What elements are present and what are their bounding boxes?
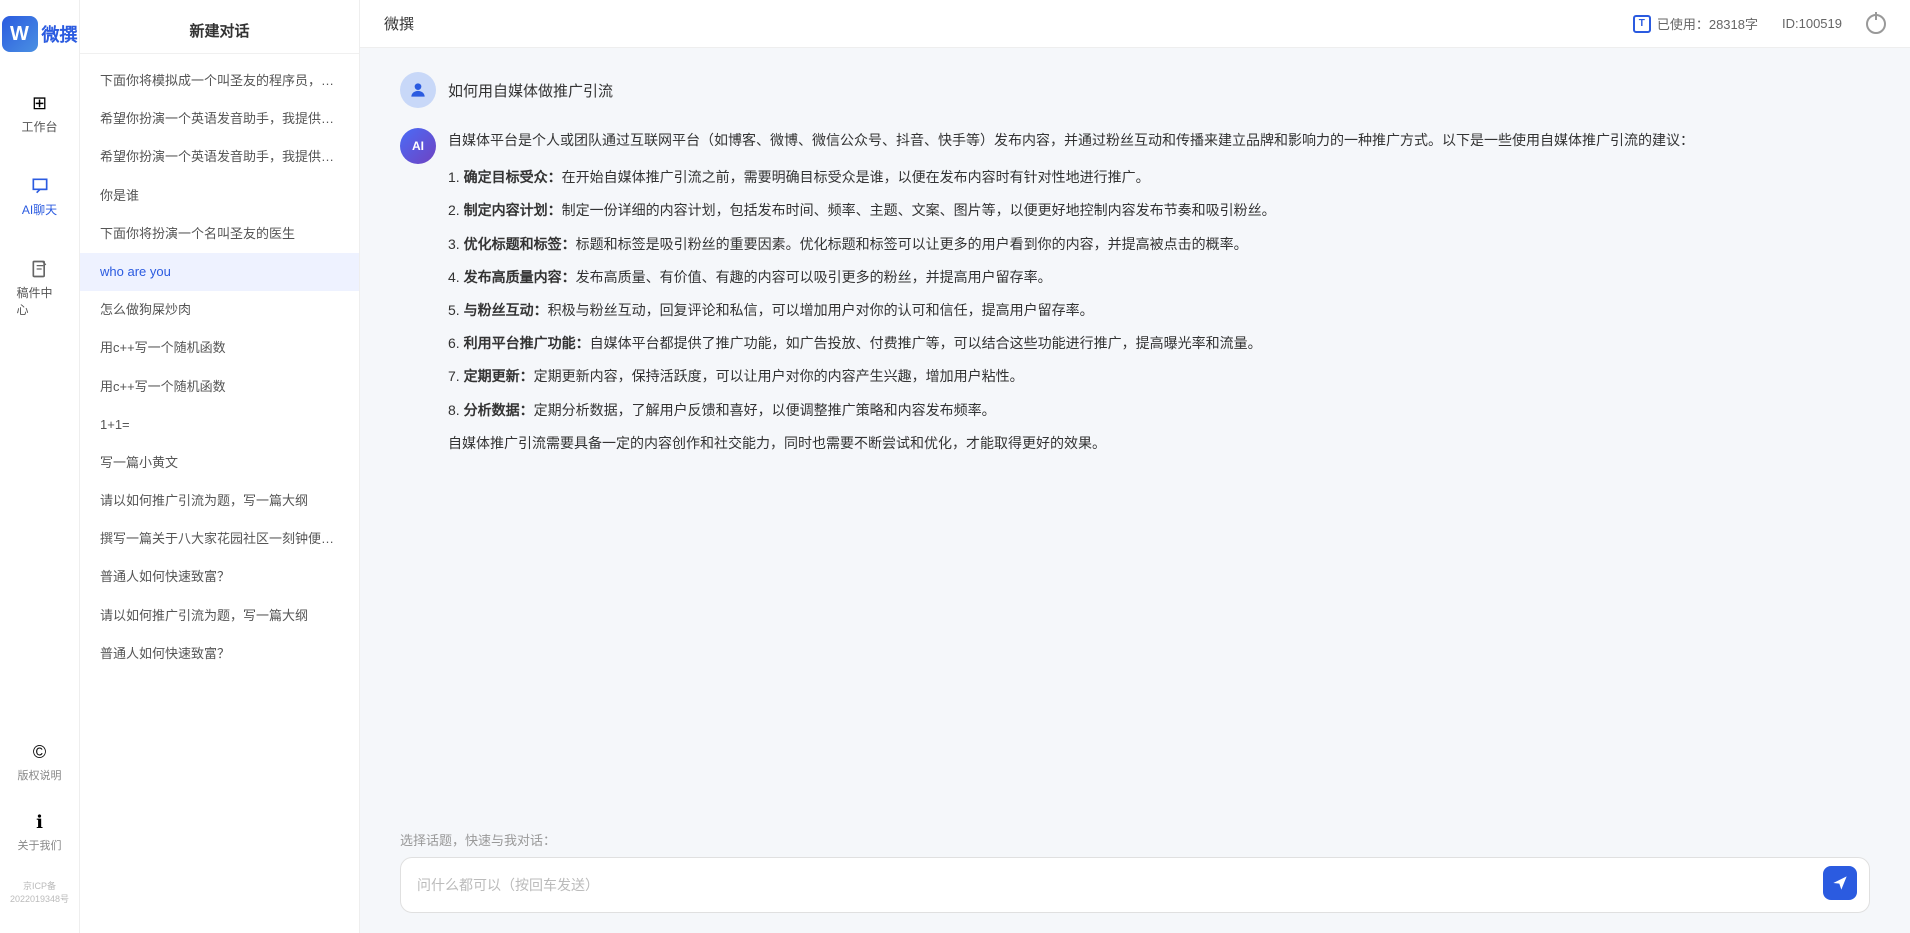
sidebar: 新建对话 下面你将模拟成一个叫圣友的程序员，我说...希望你扮演一个英语发音助手… <box>80 0 360 933</box>
nav-bottom: © 版权说明 ℹ 关于我们 京ICP备2022019348号 <box>0 735 79 917</box>
id-info: ID:100519 <box>1782 16 1842 31</box>
conversation-item-3[interactable]: 希望你扮演一个英语发音助手，我提供给你... <box>80 138 359 176</box>
usage-icon: T <box>1633 15 1651 33</box>
topbar-right: T 已使用：28318字 ID:100519 <box>1633 14 1886 34</box>
topbar: 微撰 T 已使用：28318字 ID:100519 <box>360 0 1910 48</box>
conversation-item-9[interactable]: 用c++写一个随机函数 <box>80 368 359 406</box>
conversation-item-13[interactable]: 撰写一篇关于八大家花园社区一刻钟便民生... <box>80 520 359 558</box>
page-title: 微撰 <box>384 13 414 34</box>
ai-message-text: 自媒体平台是个人或团队通过互联网平台（如博客、微博、微信公众号、抖音、快手等）发… <box>448 128 1870 456</box>
usage-info: T 已使用：28318字 <box>1633 14 1758 33</box>
conversation-item-16[interactable]: 普通人如何快速致富？ <box>80 635 359 673</box>
app-logo: W 微撰 <box>2 16 78 52</box>
conversation-item-8[interactable]: 用c++写一个随机函数 <box>80 329 359 367</box>
copyright-icon: © <box>29 741 51 763</box>
conversation-item-2[interactable]: 希望你扮演一个英语发音助手，我提供给你... <box>80 100 359 138</box>
user-message-content: 如何用自媒体做推广引流 <box>448 72 1870 101</box>
nav-items: ⊞ 工作台 AI聊天 稿件中心 <box>5 84 75 735</box>
ai-message-content: 自媒体平台是个人或团队通过互联网平台（如博客、微博、微信公众号、抖音、快手等）发… <box>448 128 1870 464</box>
conversation-item-12[interactable]: 请以如何推广引流为题，写一篇大纲 <box>80 482 359 520</box>
conversation-item-15[interactable]: 请以如何推广引流为题，写一篇大纲 <box>80 597 359 635</box>
conversation-item-6[interactable]: who are you <box>80 253 359 291</box>
input-box: 问什么都可以（按回车发送） <box>400 857 1870 913</box>
new-chat-button[interactable]: 新建对话 <box>96 20 343 41</box>
conversation-item-7[interactable]: 怎么做狗屎炒肉 <box>80 291 359 329</box>
left-navigation: W 微撰 ⊞ 工作台 AI聊天 稿件中心 <box>0 0 80 933</box>
conversation-list: 下面你将模拟成一个叫圣友的程序员，我说...希望你扮演一个英语发音助手，我提供给… <box>80 54 359 933</box>
usage-text: 已使用：28318字 <box>1657 14 1758 33</box>
conversation-item-10[interactable]: 1+1= <box>80 406 359 444</box>
conversation-item-4[interactable]: 你是谁 <box>80 177 359 215</box>
ai-chat-label: AI聊天 <box>22 201 57 218</box>
sidebar-item-ai-chat[interactable]: AI聊天 <box>5 167 75 226</box>
conversation-item-11[interactable]: 写一篇小黄文 <box>80 444 359 482</box>
conversation-item-1[interactable]: 下面你将模拟成一个叫圣友的程序员，我说... <box>80 62 359 100</box>
drafts-icon <box>29 258 51 280</box>
copyright-label: 版权说明 <box>18 767 62 783</box>
ai-avatar: AI <box>400 128 436 164</box>
ai-message-row: AI 自媒体平台是个人或团队通过互联网平台（如博客、微博、微信公众号、抖音、快手… <box>400 128 1870 464</box>
user-avatar <box>400 72 436 108</box>
workspace-icon: ⊞ <box>29 92 51 114</box>
workspace-label: 工作台 <box>21 118 57 135</box>
copyright-item[interactable]: © 版权说明 <box>8 735 72 789</box>
icp-text: 京ICP备2022019348号 <box>0 875 79 905</box>
about-label: 关于我们 <box>18 837 62 853</box>
about-item[interactable]: ℹ 关于我们 <box>8 805 72 859</box>
quick-topics-label: 选择话题，快速与我对话： <box>400 830 1870 849</box>
send-button[interactable] <box>1823 866 1857 900</box>
user-message-text: 如何用自媒体做推广引流 <box>448 72 1870 101</box>
ai-chat-icon <box>29 175 51 197</box>
user-message-row: 如何用自媒体做推广引流 <box>400 72 1870 108</box>
logo-icon: W <box>2 16 38 52</box>
main-content: 微撰 T 已使用：28318字 ID:100519 如何用自媒体做推广引流 <box>360 0 1910 933</box>
conversation-item-14[interactable]: 普通人如何快速致富？ <box>80 558 359 596</box>
sidebar-item-drafts[interactable]: 稿件中心 <box>5 250 75 326</box>
input-section: 选择话题，快速与我对话： 问什么都可以（按回车发送） <box>360 818 1910 933</box>
sidebar-header: 新建对话 <box>80 0 359 54</box>
logout-button[interactable] <box>1866 14 1886 34</box>
about-icon: ℹ <box>29 811 51 833</box>
drafts-label: 稿件中心 <box>17 284 63 318</box>
conversation-item-5[interactable]: 下面你将扮演一个名叫圣友的医生 <box>80 215 359 253</box>
app-name: 微撰 <box>42 21 78 47</box>
input-placeholder: 问什么都可以（按回车发送） <box>417 875 599 895</box>
chat-area: 如何用自媒体做推广引流 AI 自媒体平台是个人或团队通过互联网平台（如博客、微博… <box>360 48 1910 818</box>
sidebar-item-workspace[interactable]: ⊞ 工作台 <box>5 84 75 143</box>
